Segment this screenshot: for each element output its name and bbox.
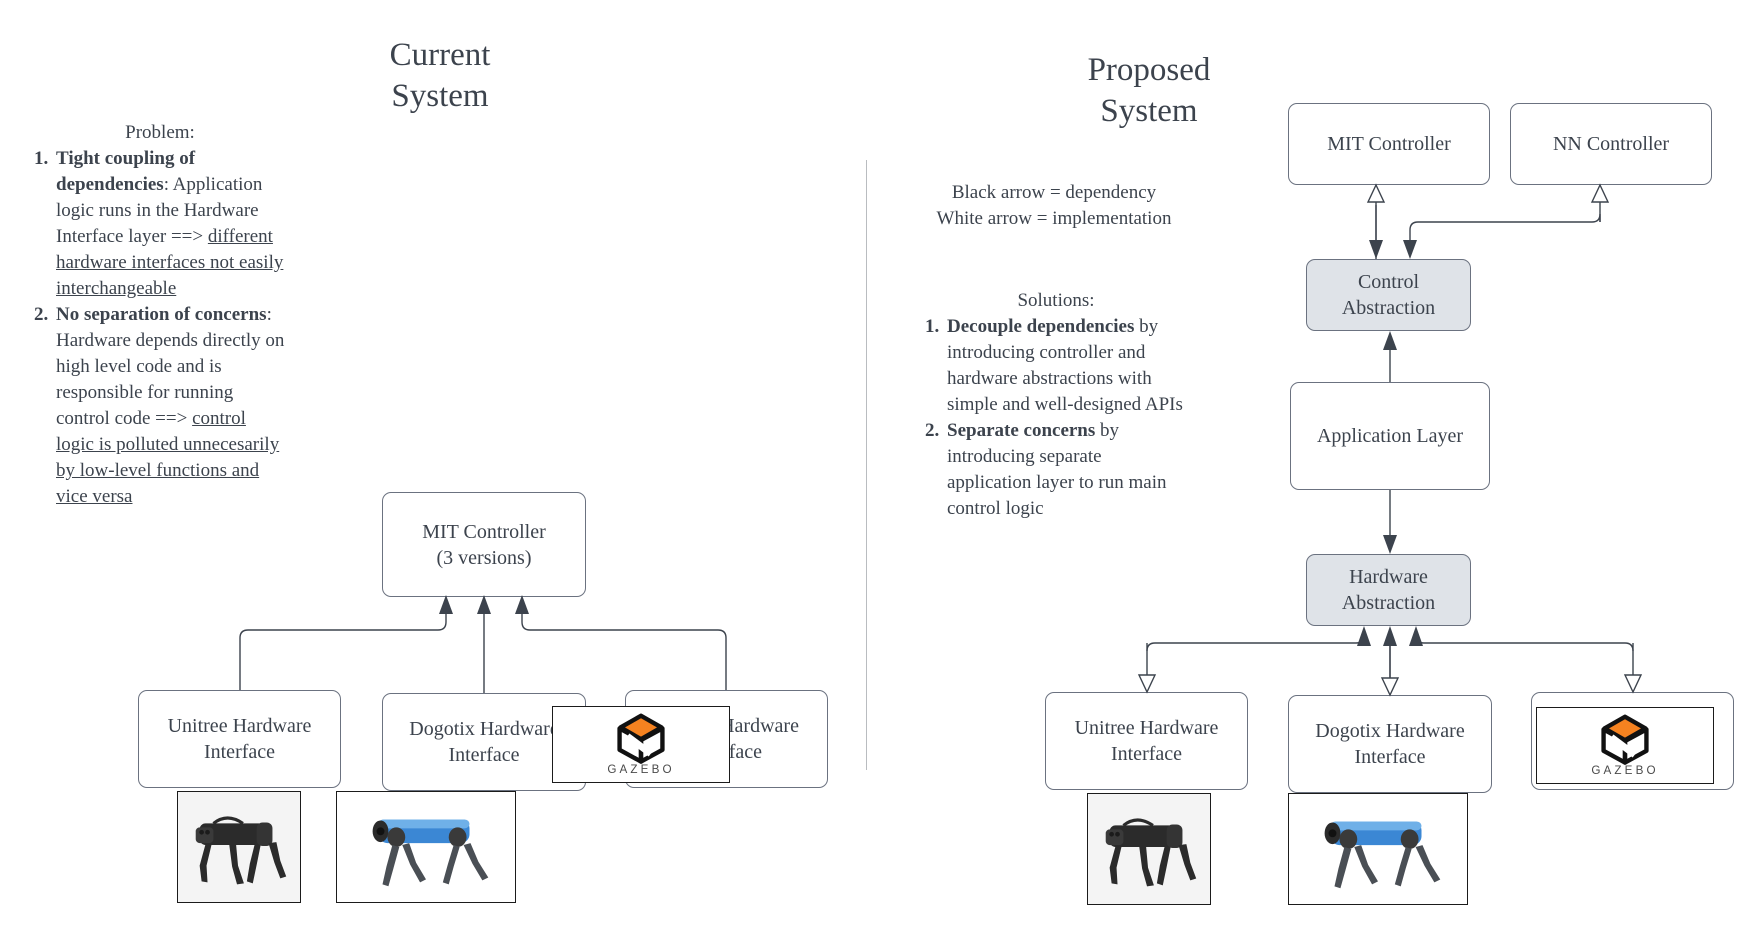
problem-list: 1. Tight coupling of dependencies: Applic…: [34, 146, 286, 510]
right-mit-controller-node[interactable]: MIT Controller: [1288, 103, 1490, 185]
left-unitree-line2: Interface: [203, 741, 276, 763]
problem-item-2-marker: 2.: [34, 304, 49, 325]
edge-hardware-abstraction-implements-gazebo: [1625, 643, 1641, 692]
left-mit-controller-node[interactable]: MIT Controller (3 versions): [382, 492, 586, 597]
right-dogotix-robot-photo: [1288, 793, 1468, 905]
left-mit-controller-line1: MIT Controller: [422, 520, 546, 543]
solutions-heading: Solutions:: [1017, 290, 1095, 311]
right-nn-controller-label: NN Controller: [1552, 133, 1670, 155]
left-mit-controller-line2: (3 versions): [436, 546, 532, 569]
legend-white-arrow: White arrow = implementation: [936, 208, 1172, 229]
edge-application-to-hardware-abstraction: [1383, 490, 1397, 554]
solution-item-1-bold: Decouple dependencies: [947, 316, 1135, 337]
current-title-line2: System: [391, 78, 489, 114]
left-unitree-interface-node[interactable]: Unitree Hardware Interface: [138, 690, 341, 788]
control-abstraction-node[interactable]: Control Abstraction: [1306, 259, 1471, 331]
proposed-system-title: Proposed System: [1078, 50, 1220, 132]
solution-item-2-bold: Separate concerns: [947, 420, 1096, 441]
proposed-title-line2: System: [1100, 93, 1198, 129]
current-system-title: Current System: [370, 35, 510, 117]
right-dogotix-interface-node[interactable]: Dogotix Hardware Interface: [1288, 695, 1492, 793]
hardware-abstraction-line2: Abstraction: [1341, 592, 1436, 614]
application-layer-label: Application Layer: [1316, 425, 1464, 447]
solutions-list: 1. Decouple dependencies by introducing c…: [925, 314, 1187, 522]
edge-left-gazebo-to-mit: [515, 595, 726, 690]
left-unitree-robot-photo: [177, 791, 301, 903]
right-nn-controller-node[interactable]: NN Controller: [1510, 103, 1712, 185]
application-layer-node[interactable]: Application Layer: [1290, 382, 1490, 490]
edge-hardware-abstraction-implements-unitree: [1139, 643, 1155, 692]
problem-text-block: Problem: 1. Tight coupling of dependencie…: [34, 120, 286, 510]
right-gazebo-logo-photo: GAZEBO: [1536, 707, 1714, 784]
solution-item-1-marker: 1.: [925, 316, 940, 337]
hardware-abstraction-node[interactable]: Hardware Abstraction: [1306, 554, 1471, 626]
problem-item-1-marker: 1.: [34, 148, 49, 169]
edge-hardware-abstraction-implements-dogotix: [1382, 645, 1398, 695]
edge-control-abstraction-dependency-mit: [1369, 205, 1383, 259]
left-unitree-line1: Unitree Hardware: [167, 715, 312, 737]
problem-item-1: 1. Tight coupling of dependencies: Applic…: [34, 146, 286, 302]
left-dogotix-robot-photo: [336, 791, 516, 903]
slide-canvas: Current System Proposed System Problem: …: [0, 0, 1760, 949]
edge-control-abstraction-dependency-nn: [1403, 214, 1600, 259]
arrow-legend: Black arrow = dependency White arrow = i…: [920, 180, 1188, 232]
edge-right-dogotix-to-hardware-abstraction: [1383, 626, 1397, 678]
left-gazebo-logo-photo: GAZEBO: [552, 706, 730, 783]
right-mit-controller-label: MIT Controller: [1327, 133, 1451, 155]
edge-mit-implements-control-abstraction: [1368, 185, 1384, 259]
solution-item-2-marker: 2.: [925, 420, 940, 441]
problem-item-2-bold: No separation of concerns: [56, 304, 267, 325]
current-title-line1: Current: [389, 37, 491, 73]
legend-black-arrow: Black arrow = dependency: [951, 182, 1157, 203]
left-gazebo-wordmark: GAZEBO: [607, 763, 674, 776]
edge-left-dogotix-to-mit: [477, 595, 491, 693]
proposed-title-line1: Proposed: [1087, 52, 1211, 88]
problem-heading: Problem:: [125, 122, 195, 143]
right-unitree-interface-node[interactable]: Unitree Hardware Interface: [1045, 692, 1248, 790]
left-dogotix-line2: Interface: [448, 744, 520, 766]
right-unitree-robot-photo: [1087, 793, 1211, 905]
solution-item-1: 1. Decouple dependencies by introducing c…: [925, 314, 1187, 418]
edge-right-gazebo-to-hardware-abstraction: [1409, 626, 1633, 651]
problem-item-2: 2. No separation of concerns: Hardware de…: [34, 302, 286, 510]
panel-divider: [866, 160, 867, 770]
left-dogotix-line1: Dogotix Hardware: [409, 718, 559, 740]
solutions-text-block: Solutions: 1. Decouple dependencies by in…: [925, 288, 1187, 522]
control-abstraction-line1: Control: [1357, 271, 1420, 293]
right-gazebo-wordmark: GAZEBO: [1591, 764, 1658, 777]
edge-application-to-control-abstraction: [1383, 331, 1397, 382]
solution-item-2: 2. Separate concerns by introducing separ…: [925, 418, 1187, 522]
right-dogotix-line2: Interface: [1354, 746, 1426, 768]
right-unitree-line2: Interface: [1110, 743, 1183, 765]
hardware-abstraction-line1: Hardware: [1349, 566, 1428, 588]
edge-nn-implements-control-abstraction: [1592, 185, 1608, 222]
right-dogotix-line1: Dogotix Hardware: [1315, 720, 1465, 742]
edge-right-unitree-to-hardware-abstraction: [1147, 626, 1371, 651]
control-abstraction-line2: Abstraction: [1341, 297, 1436, 319]
right-unitree-line1: Unitree Hardware: [1074, 717, 1219, 739]
edge-left-unitree-to-mit: [240, 595, 453, 690]
